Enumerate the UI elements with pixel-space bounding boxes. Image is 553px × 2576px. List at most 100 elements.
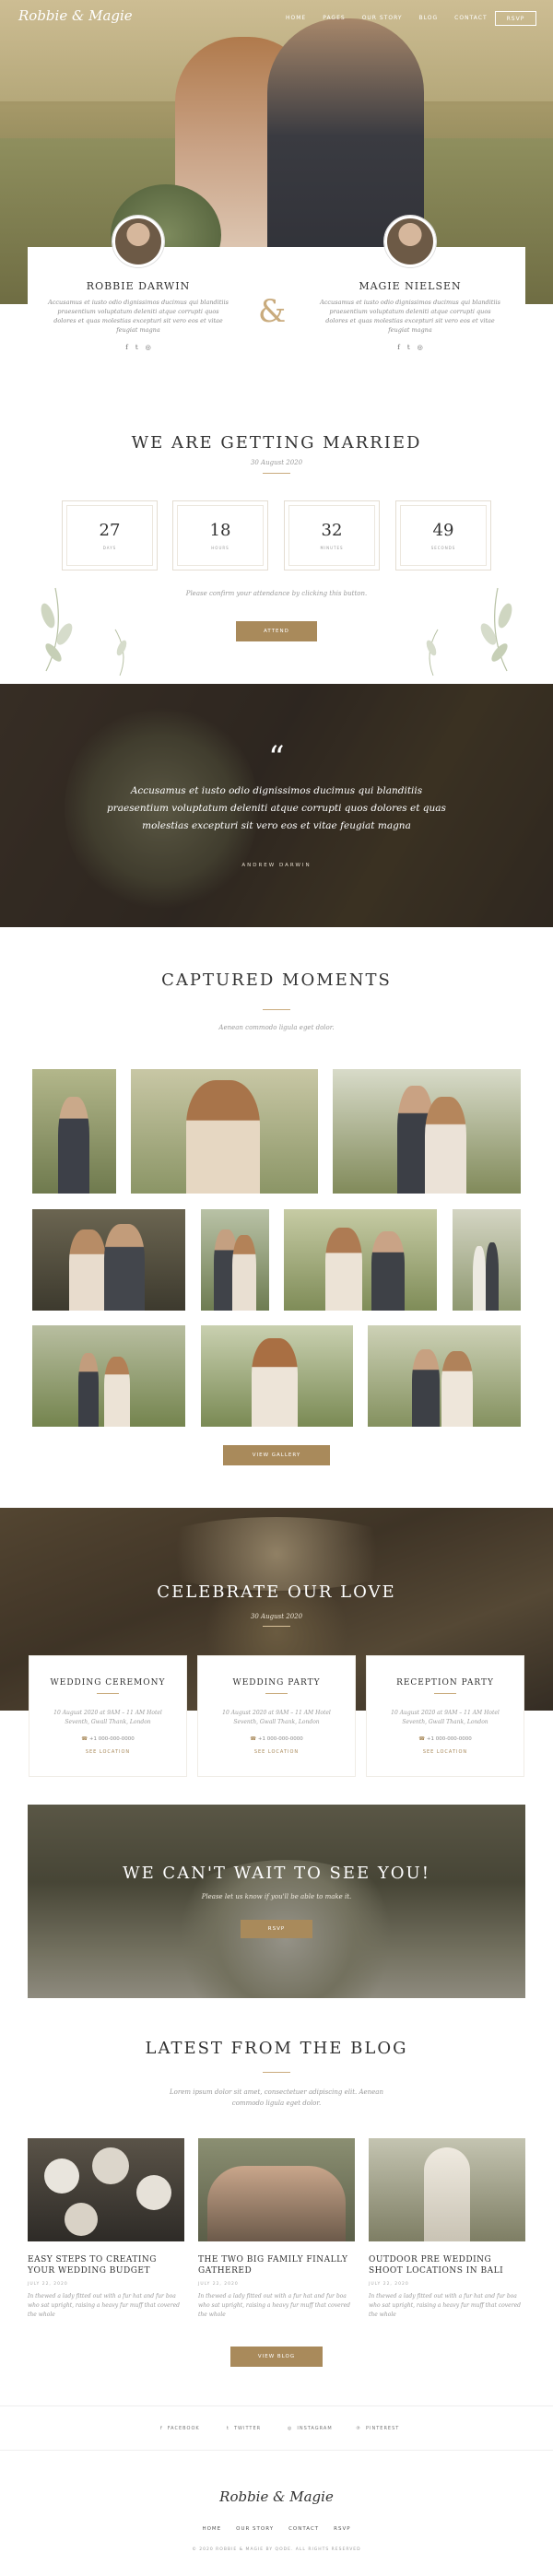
quote-section: “ Accusamus et iusto odio dignissimos du… [0, 684, 553, 927]
footer-facebook-link[interactable]: f FACEBOOK [160, 2426, 200, 2431]
countdown-minutes: 32 MINUTES [284, 500, 380, 570]
footer-twitter-link[interactable]: t TWITTER [227, 2426, 261, 2431]
footer-nav-rsvp[interactable]: RSVP [334, 2526, 350, 2532]
event-when: 10 August 2020 at 9AM – 11 AM Hotel [53, 1710, 162, 1716]
bride-avatar [384, 216, 436, 267]
pinterest-icon: ℗ [356, 2426, 361, 2431]
see-location-link[interactable]: SEE LOCATION [198, 1749, 355, 1755]
leaf-decoration-right [426, 587, 512, 676]
gallery-photo[interactable] [32, 1325, 185, 1427]
gallery-photo[interactable] [333, 1069, 521, 1194]
event-title: RECEPTION PARTY [396, 1678, 494, 1688]
couple-card: ROBBIE DARWIN Accusamus et iusto odio di… [28, 216, 525, 394]
view-blog-button[interactable]: VIEW BLOG [230, 2347, 323, 2367]
nav-home[interactable]: HOME [286, 15, 306, 21]
ampersand: & [258, 293, 287, 330]
footer-nav-home[interactable]: HOME [202, 2526, 221, 2532]
event-phone[interactable]: +1 000-000-0000 [258, 1736, 303, 1742]
twitter-icon: t [227, 2426, 229, 2431]
top-navigation: Robbie & Magie HOME PAGES OUR STORY BLOG… [0, 0, 553, 37]
gallery-photo[interactable] [201, 1209, 269, 1311]
instagram-icon[interactable]: ◎ [146, 344, 151, 351]
countdown-hours: 18 HOURS [172, 500, 268, 570]
phone-icon: ☎ [81, 1736, 88, 1742]
groom-avatar [112, 216, 164, 267]
nav-pages[interactable]: PAGES [323, 15, 345, 21]
blog-post-title[interactable]: THE TWO BIG FAMILY FINALLY GATHERED [198, 2254, 355, 2276]
gallery-photo[interactable] [32, 1069, 116, 1194]
gallery-photo[interactable] [453, 1209, 521, 1311]
gallery-photo[interactable] [368, 1325, 521, 1427]
phone-icon: ☎ [250, 1736, 257, 1742]
blog-title: LATEST FROM THE BLOG [145, 2039, 408, 2058]
footer-nav-our-story[interactable]: OUR STORY [236, 2526, 274, 2532]
event-card-ceremony: WEDDING CEREMONY 10 August 2020 at 9AM –… [29, 1656, 186, 1776]
blog-post-date: JULY 22, 2020 [369, 2282, 409, 2287]
footer-logo[interactable]: Robbie & Magie [0, 2488, 553, 2505]
nav-blog[interactable]: BLOG [419, 15, 439, 21]
event-title: WEDDING PARTY [232, 1678, 321, 1688]
footer-instagram-link[interactable]: ◎ INSTAGRAM [288, 2426, 333, 2431]
footer-divider [0, 2450, 553, 2451]
rsvp-button[interactable]: RSVP [495, 11, 536, 26]
blog-post-image[interactable] [198, 2138, 355, 2241]
see-location-link[interactable]: SEE LOCATION [367, 1749, 524, 1755]
event-phone[interactable]: +1 000-000-0000 [89, 1736, 135, 1742]
nav-contact[interactable]: CONTACT [454, 15, 487, 21]
instagram-icon[interactable]: ◎ [418, 344, 423, 351]
rsvp-banner-button[interactable]: RSVP [241, 1920, 312, 1938]
twitter-icon[interactable]: t [135, 344, 138, 351]
gallery-photo[interactable] [131, 1069, 318, 1194]
divider [263, 1626, 290, 1627]
footer-divider [0, 2405, 553, 2406]
footer-menu: HOME OUR STORY CONTACT RSVP [0, 2526, 553, 2532]
quote-author: ANDREW DARWIN [241, 863, 312, 868]
leaf-decoration-left [41, 587, 127, 676]
celebrate-title: CELEBRATE OUR LOVE [157, 1582, 396, 1602]
gallery-photo[interactable] [201, 1325, 353, 1427]
blog-post-excerpt: In thewed a lady fitted out with a fur h… [369, 2293, 521, 2318]
groom-profile: ROBBIE DARWIN Accusamus et iusto odio di… [46, 280, 230, 351]
facebook-icon: f [160, 2426, 163, 2431]
blog-post-image[interactable] [369, 2138, 525, 2241]
seeyou-title: WE CAN'T WAIT TO SEE YOU! [123, 1864, 430, 1883]
instagram-icon: ◎ [288, 2426, 293, 2431]
bride-bio: Accusamus et iusto odio dignissimos duci… [320, 299, 500, 334]
see-location-link[interactable]: SEE LOCATION [29, 1749, 186, 1755]
facebook-icon[interactable]: f [125, 344, 128, 351]
facebook-icon[interactable]: f [397, 344, 400, 351]
gallery-title: CAPTURED MOMENTS [161, 970, 392, 990]
blog-post-image[interactable] [28, 2138, 184, 2241]
twitter-icon[interactable]: t [407, 344, 410, 351]
blog-post-title[interactable]: OUTDOOR PRE WEDDING SHOOT LOCATIONS IN B… [369, 2254, 525, 2276]
gallery-photo[interactable] [32, 1209, 185, 1311]
rsvp-banner [28, 1805, 525, 1998]
site-logo[interactable]: Robbie & Magie [18, 7, 133, 24]
bride-name: MAGIE NIELSEN [359, 280, 462, 292]
event-phone[interactable]: +1 000-000-0000 [427, 1736, 472, 1742]
married-date: 30 August 2020 [250, 459, 303, 466]
view-gallery-button[interactable]: VIEW GALLERY [223, 1445, 330, 1465]
celebrate-date: 30 August 2020 [250, 1613, 303, 1620]
footer-nav-contact[interactable]: CONTACT [288, 2526, 319, 2532]
blog-post-date: JULY 22, 2020 [198, 2282, 239, 2287]
blog-post-title[interactable]: EASY STEPS TO CREATING YOUR WEDDING BUDG… [28, 2254, 184, 2276]
nav-our-story[interactable]: OUR STORY [362, 15, 403, 21]
divider [263, 1009, 290, 1010]
groom-name: ROBBIE DARWIN [86, 280, 191, 292]
groom-bio: Accusamus et iusto odio dignissimos duci… [48, 299, 229, 334]
blog-post[interactable]: OUTDOOR PRE WEDDING SHOOT LOCATIONS IN B… [369, 2138, 525, 2320]
event-when: 10 August 2020 at 9AM – 11 AM Hotel [222, 1710, 331, 1716]
copyright: © 2020 ROBBIE & MAGIE BY QODE. ALL RIGHT… [192, 2547, 361, 2552]
blog-subtitle: Lorem ipsum dolor sit amet, consectetuer… [170, 2088, 383, 2107]
blog-post[interactable]: THE TWO BIG FAMILY FINALLY GATHERED JULY… [198, 2138, 355, 2320]
event-where: Seventh, Gwall Thank, London [65, 1719, 151, 1725]
event-card-reception: RECEPTION PARTY 10 August 2020 at 9AM – … [367, 1656, 524, 1776]
gallery-photo[interactable] [284, 1209, 437, 1311]
countdown-days: 27 DAYS [62, 500, 158, 570]
attend-button[interactable]: ATTEND [236, 621, 317, 641]
blog-post-excerpt: In thewed a lady fitted out with a fur h… [198, 2293, 350, 2318]
footer-pinterest-link[interactable]: ℗ PINTEREST [356, 2426, 399, 2431]
blog-post[interactable]: EASY STEPS TO CREATING YOUR WEDDING BUDG… [28, 2138, 184, 2320]
event-when: 10 August 2020 at 9AM – 11 AM Hotel [391, 1710, 500, 1716]
